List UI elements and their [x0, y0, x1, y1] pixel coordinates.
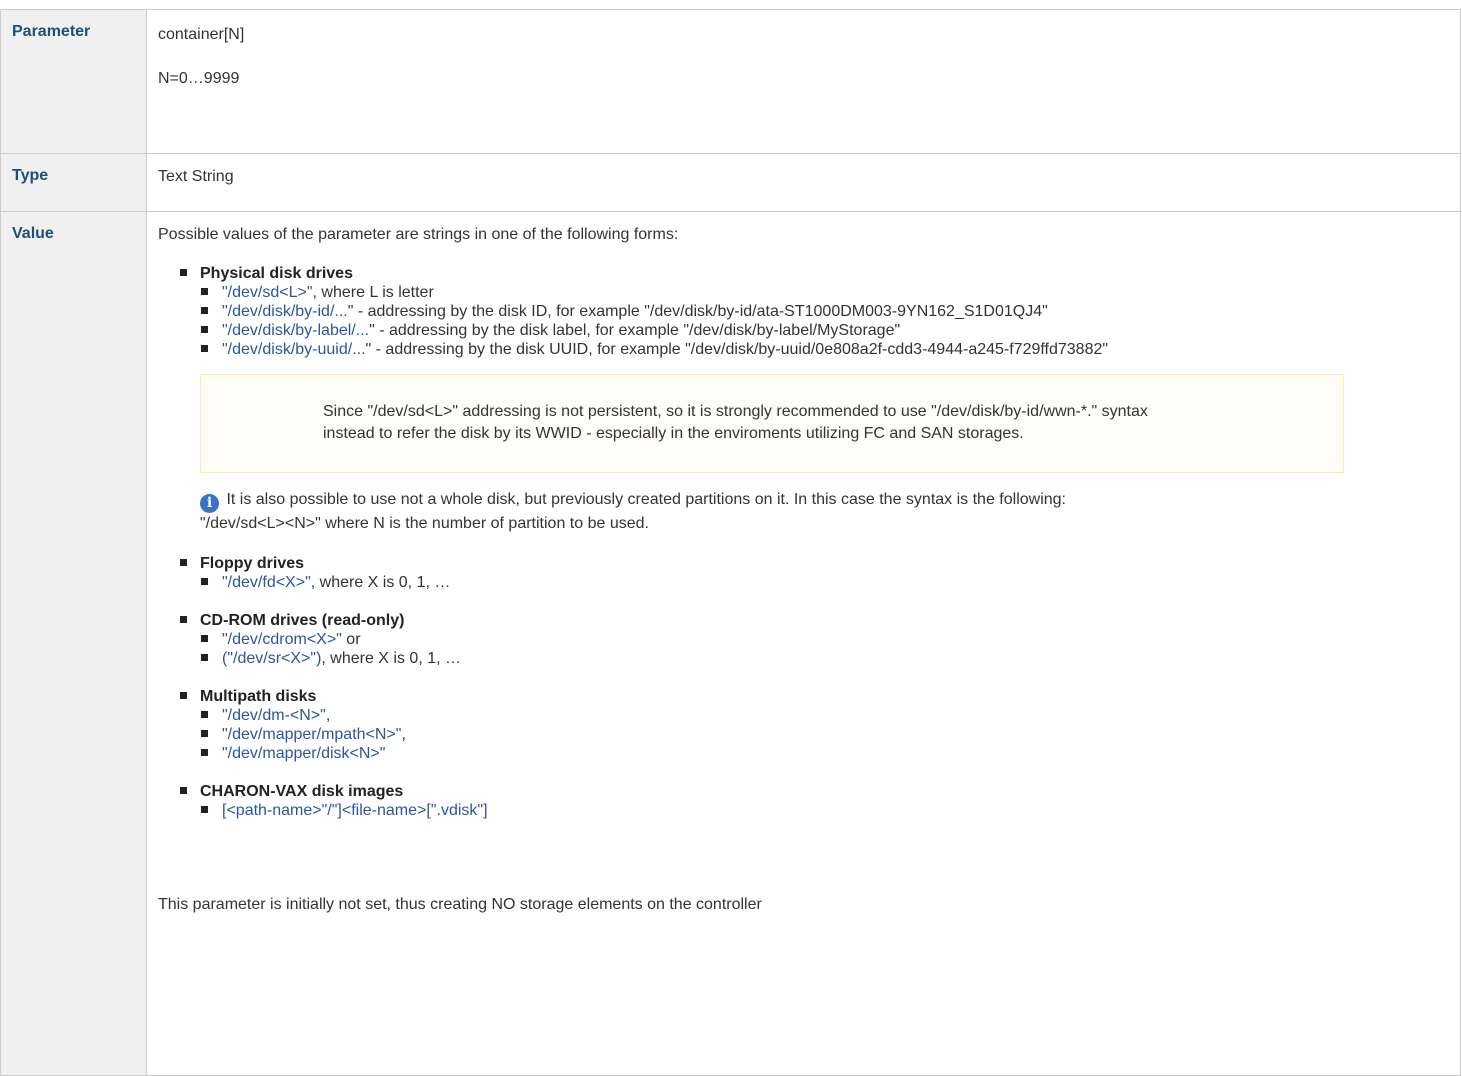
parameter-table: Parameter container[N] N=0…9999 Type Tex… [0, 9, 1461, 1076]
charon-images-section: CHARON-VAX disk images [<path-name>"/"]<… [158, 782, 1460, 820]
cdrom-drives-section: CD-ROM drives (read-only) "/dev/cdrom<X>… [158, 611, 1460, 668]
section-title-floppy: Floppy drives [200, 555, 305, 572]
list-item: CD-ROM drives (read-only) "/dev/cdrom<X>… [158, 611, 1460, 668]
parameter-range: N=0…9999 [158, 70, 240, 87]
multipath-disks-section: Multipath disks "/dev/dm-<N>", "/dev/map… [158, 687, 1460, 763]
item-text: , [401, 726, 406, 743]
item-text: or [341, 631, 361, 648]
info-line: i It is also possible to use not a whole… [200, 489, 1460, 513]
link-by-id[interactable]: "/dev/disk/by-id/... [222, 303, 348, 320]
value-cell-type: Text String [146, 153, 1461, 212]
section-title-charon: CHARON-VAX disk images [200, 783, 404, 800]
header-cell-parameter: Parameter [0, 9, 147, 154]
list-item: "/dev/mapper/disk<N>" [200, 744, 1460, 763]
item-text: " - addressing by the disk UUID, for exa… [365, 341, 1109, 358]
list-item: CHARON-VAX disk images [<path-name>"/"]<… [158, 782, 1460, 820]
list-item: ("/dev/sr<X>"), where X is 0, 1, … [200, 649, 1460, 668]
warning-text: Since "/dev/sd<L>" addressing is not per… [323, 401, 1323, 445]
table-row-parameter: Parameter container[N] N=0…9999 [0, 9, 1461, 154]
list-item: "/dev/dm-<N>", [200, 706, 1460, 725]
link-mapper-mpath[interactable]: "/dev/mapper/mpath<N>" [222, 726, 401, 743]
item-text: , [325, 707, 331, 724]
link-dev-sd[interactable]: "/dev/sd<L>" [222, 284, 313, 301]
list-item: "/dev/disk/by-id/..." - addressing by th… [200, 302, 1460, 321]
info-note: i It is also possible to use not a whole… [200, 489, 1460, 535]
info-text: It is also possible to use not a whole d… [222, 491, 1066, 508]
link-dev-sr[interactable]: ("/dev/sr<X>") [222, 650, 321, 667]
list-item: "/dev/sd<L>", where L is letter [200, 283, 1460, 302]
header-cell-value: Value [0, 211, 147, 1076]
charon-images-list: [<path-name>"/"]<file-name>[".vdisk"] [200, 801, 1460, 820]
list-item: "/dev/mapper/mpath<N>", [200, 725, 1460, 744]
item-text: , where X is 0, 1, … [310, 574, 451, 591]
information-icon: i [200, 494, 219, 513]
value-intro: Possible values of the parameter are str… [158, 226, 679, 243]
link-mapper-disk[interactable]: "/dev/mapper/disk<N>" [222, 745, 385, 762]
link-dev-fd[interactable]: "/dev/fd<X>" [222, 574, 311, 591]
list-item: "/dev/fd<X>", where X is 0, 1, … [200, 573, 1460, 592]
multipath-disks-list: "/dev/dm-<N>", "/dev/mapper/mpath<N>", "… [200, 706, 1460, 763]
floppy-drives-section: Floppy drives "/dev/fd<X>", where X is 0… [158, 554, 1460, 592]
header-cell-type: Type [0, 153, 147, 212]
list-item: Multipath disks "/dev/dm-<N>", "/dev/map… [158, 687, 1460, 763]
link-by-label[interactable]: "/dev/disk/by-label/... [222, 322, 369, 339]
table-row-value: Value Possible values of the parameter a… [0, 211, 1461, 1076]
info-line: "/dev/sd<L><N>" where N is the number of… [200, 515, 649, 532]
warning-line: Since "/dev/sd<L>" addressing is not per… [323, 403, 1148, 420]
list-item: "/dev/cdrom<X>" or [200, 630, 1460, 649]
section-title-multipath: Multipath disks [200, 688, 317, 705]
item-text: , where X is 0, 1, … [321, 650, 461, 667]
item-text: , where L is letter [312, 284, 434, 301]
value-footer: This parameter is initially not set, thu… [158, 896, 762, 913]
list-item: Physical disk drives "/dev/sd<L>", where… [158, 264, 1460, 535]
type-value: Text String [158, 168, 234, 185]
table-row-type: Type Text String [0, 153, 1461, 212]
value-cell-parameter: container[N] N=0…9999 [146, 9, 1461, 154]
link-dev-dm[interactable]: "/dev/dm-<N>" [222, 707, 326, 724]
section-title-cdrom: CD-ROM drives (read-only) [200, 612, 405, 629]
warning-line: instead to refer the disk by its WWID - … [323, 425, 1024, 442]
physical-drives-section: Physical disk drives "/dev/sd<L>", where… [158, 264, 1460, 535]
item-text: " - addressing by the disk ID, for examp… [347, 303, 1048, 320]
physical-drives-list: "/dev/sd<L>", where L is letter "/dev/di… [200, 283, 1460, 359]
value-cell-value: Possible values of the parameter are str… [146, 211, 1461, 1076]
list-item: "/dev/disk/by-uuid/..." - addressing by … [200, 340, 1460, 359]
section-title-physical: Physical disk drives [200, 265, 353, 282]
list-item: [<path-name>"/"]<file-name>[".vdisk"] [200, 801, 1460, 820]
parameter-name: container[N] [158, 26, 245, 43]
link-vdisk-path[interactable]: [<path-name>"/"]<file-name>[".vdisk"] [222, 802, 488, 819]
warning-panel: Since "/dev/sd<L>" addressing is not per… [200, 374, 1344, 473]
link-by-uuid[interactable]: "/dev/disk/by-uuid/... [222, 341, 366, 358]
item-text: " - addressing by the disk label, for ex… [369, 322, 901, 339]
list-item: Floppy drives "/dev/fd<X>", where X is 0… [158, 554, 1460, 592]
link-dev-cdrom[interactable]: "/dev/cdrom<X>" [222, 631, 342, 648]
floppy-drives-list: "/dev/fd<X>", where X is 0, 1, … [200, 573, 1460, 592]
cdrom-drives-list: "/dev/cdrom<X>" or ("/dev/sr<X>"), where… [200, 630, 1460, 668]
list-item: "/dev/disk/by-label/..." - addressing by… [200, 321, 1460, 340]
